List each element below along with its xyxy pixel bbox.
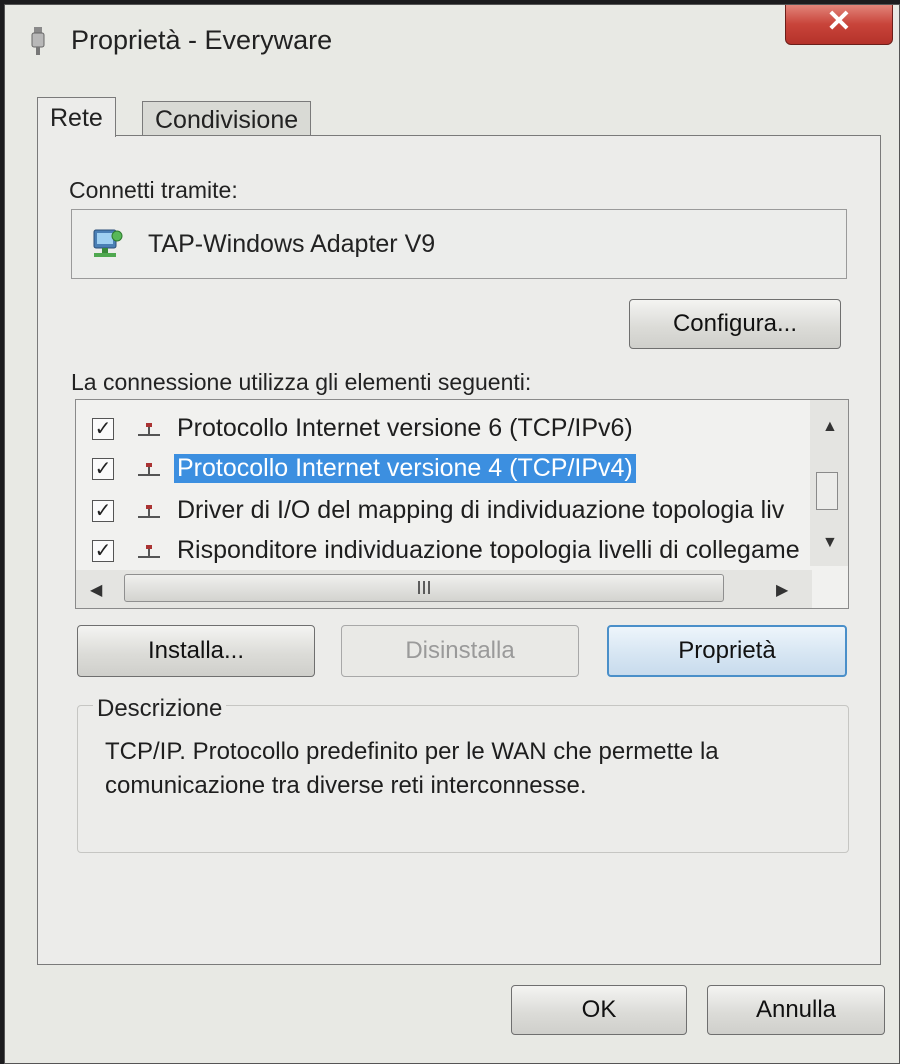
protocol-icon [138, 423, 160, 436]
item-label: Protocollo Internet versione 6 (TCP/IPv6… [177, 414, 633, 442]
protocol-icon [138, 545, 160, 558]
vertical-scrollbar[interactable]: ▲ ▼ [810, 400, 848, 566]
components-label: La connessione utilizza gli elementi seg… [71, 369, 532, 395]
components-list[interactable]: ✓ Protocollo Internet versione 6 (TCP/IP… [75, 399, 849, 609]
install-button[interactable]: Installa... [77, 625, 315, 677]
list-item[interactable]: ✓ Protocollo Internet versione 6 (TCP/IP… [76, 412, 806, 448]
horizontal-scroll-thumb[interactable]: III [124, 574, 724, 602]
uninstall-button[interactable]: Disinstalla [341, 625, 579, 677]
tab-rete[interactable]: Rete [37, 97, 116, 137]
scroll-up-arrow-icon[interactable]: ▲ [822, 418, 838, 436]
item-checkbox[interactable]: ✓ [92, 500, 114, 522]
list-item-selected[interactable]: ✓ Protocollo Internet versione 4 (TCP/IP… [76, 452, 806, 488]
properties-button[interactable]: Proprietà [607, 625, 847, 677]
list-item[interactable]: ✓ Driver di I/O del mapping di individua… [76, 494, 806, 530]
title-bar: Proprietà - Everyware ✕ [5, 5, 899, 75]
protocol-icon [138, 505, 160, 518]
item-checkbox[interactable]: ✓ [92, 458, 114, 480]
connect-via-label: Connetti tramite: [69, 177, 238, 203]
network-cable-icon [31, 27, 45, 55]
scroll-down-arrow-icon[interactable]: ▼ [822, 534, 838, 552]
item-label: Driver di I/O del mapping di individuazi… [177, 496, 785, 524]
scroll-right-arrow-icon[interactable]: ▶ [776, 580, 788, 600]
item-checkbox[interactable]: ✓ [92, 540, 114, 562]
ok-button[interactable]: OK [511, 985, 687, 1035]
item-checkbox[interactable]: ✓ [92, 418, 114, 440]
protocol-icon [138, 463, 160, 476]
configure-button[interactable]: Configura... [629, 299, 841, 349]
close-button[interactable]: ✕ [785, 5, 893, 45]
network-adapter-icon [93, 229, 123, 257]
item-label: Risponditore individuazione topologia li… [177, 536, 800, 564]
window-title: Proprietà - Everyware [71, 25, 333, 55]
cancel-button[interactable]: Annulla [707, 985, 885, 1035]
description-text: TCP/IP. Protocollo predefinito per le WA… [105, 738, 719, 799]
item-label: Protocollo Internet versione 4 (TCP/IPv4… [174, 454, 636, 483]
tab-condivisione[interactable]: Condivisione [142, 101, 312, 137]
scroll-left-arrow-icon[interactable]: ◀ [90, 580, 102, 600]
adapter-name: TAP-Windows Adapter V9 [148, 230, 436, 258]
properties-dialog: Proprietà - Everyware ✕ Rete Condivision… [4, 4, 900, 1064]
list-item[interactable]: ✓ Risponditore individuazione topologia … [76, 534, 806, 570]
horizontal-scrollbar[interactable]: ◀ III ▶ [76, 570, 812, 608]
vertical-scroll-thumb[interactable] [816, 472, 838, 510]
adapter-field: TAP-Windows Adapter V9 [71, 209, 847, 279]
description-title: Descrizione [93, 695, 227, 723]
